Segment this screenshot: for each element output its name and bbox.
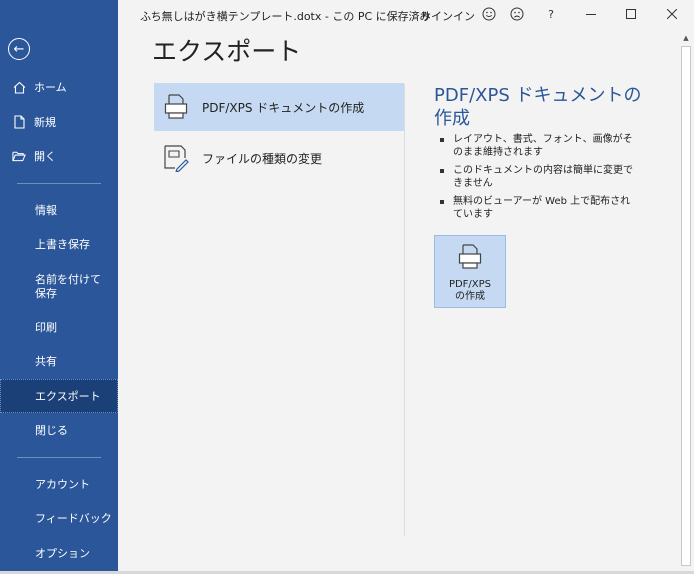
scroll-up-icon[interactable]: ▲ — [680, 34, 692, 44]
help-icon[interactable]: ? — [542, 5, 560, 23]
detail-title: PDF/XPS ドキュメントの作成 — [434, 85, 642, 129]
sidebar-divider — [17, 456, 101, 458]
sidebar-item-close[interactable]: 閉じる — [0, 413, 118, 448]
sidebar-item-home[interactable]: ホーム — [0, 70, 118, 105]
sidebar-item-options[interactable]: オプション — [0, 536, 118, 571]
sidebar-item-label: 情報 — [35, 203, 57, 217]
sidebar-item-open[interactable]: 開く — [0, 139, 118, 174]
sidebar-item-label: オプション — [35, 546, 90, 560]
open-folder-icon — [12, 150, 26, 162]
new-document-icon — [12, 115, 26, 129]
sidebar-item-print[interactable]: 印刷 — [0, 310, 118, 345]
sidebar-item-save[interactable]: 上書き保存 — [0, 227, 118, 262]
smile-feedback-icon[interactable] — [480, 5, 498, 23]
sidebar-item-label: 印刷 — [35, 320, 57, 334]
title-bar: ふち無しはがき横テンプレート.dotx - この PC に保存済み サインイン … — [118, 0, 694, 30]
sidebar-item-save-as[interactable]: 名前を付けて保存 — [0, 262, 118, 310]
detail-bullet-list: レイアウト、書式、フォント、画像がそのまま維持されます このドキュメントの内容は… — [438, 134, 638, 227]
maximize-icon[interactable] — [622, 5, 640, 23]
create-pdf-xps-label: PDF/XPS の作成 — [448, 279, 492, 302]
signin-link[interactable]: サインイン — [420, 8, 475, 24]
pdf-document-icon — [458, 244, 482, 274]
list-item: このドキュメントの内容は簡単に変更できません — [438, 165, 638, 190]
sidebar-item-label: 開く — [34, 150, 56, 164]
vertical-scrollbar[interactable]: ▲ — [680, 30, 692, 570]
backstage-sidebar: ← ホーム 新規 開く 情報 上書き保存 名前を付けて保存 印刷 共有 エクスポ… — [0, 0, 118, 574]
frown-feedback-icon[interactable] — [508, 5, 526, 23]
sidebar-item-account[interactable]: アカウント — [0, 467, 118, 502]
sidebar-item-label: 共有 — [35, 355, 57, 369]
create-pdf-xps-button[interactable]: PDF/XPS の作成 — [434, 235, 506, 308]
page-title: エクスポート — [152, 37, 302, 66]
export-option-create-pdf[interactable]: PDF/XPS ドキュメントの作成 — [154, 83, 404, 131]
sidebar-item-share[interactable]: 共有 — [0, 344, 118, 379]
sidebar-item-label: 閉じる — [35, 424, 68, 438]
sidebar-item-info[interactable]: 情報 — [0, 193, 118, 228]
close-icon[interactable] — [663, 5, 681, 23]
sidebar-item-new[interactable]: 新規 — [0, 105, 118, 140]
sidebar-item-export[interactable]: エクスポート — [0, 378, 118, 413]
scroll-thumb[interactable] — [681, 46, 691, 566]
minimize-icon[interactable] — [582, 5, 600, 23]
sidebar-item-label: ホーム — [34, 81, 67, 95]
sidebar-nav: ホーム 新規 開く 情報 上書き保存 名前を付けて保存 印刷 共有 エクスポート… — [0, 70, 118, 570]
export-option-change-file-type[interactable]: ファイルの種類の変更 — [154, 134, 404, 182]
change-file-type-icon — [162, 144, 190, 172]
sidebar-item-label: アカウント — [35, 477, 90, 491]
sidebar-item-label: エクスポート — [35, 389, 101, 403]
back-button[interactable]: ← — [8, 38, 30, 60]
sidebar-item-label: 新規 — [34, 115, 56, 129]
export-option-label: ファイルの種類の変更 — [202, 151, 323, 166]
panel-divider — [404, 84, 405, 536]
sidebar-item-label: 上書き保存 — [35, 238, 90, 252]
home-icon — [12, 81, 26, 94]
sidebar-item-feedback[interactable]: フィードバック — [0, 501, 118, 536]
sidebar-item-label: 名前を付けて保存 — [35, 272, 101, 300]
sidebar-item-label: フィードバック — [35, 512, 112, 526]
sidebar-divider — [17, 182, 101, 184]
window-title: ふち無しはがき横テンプレート.dotx - この PC に保存済み — [140, 10, 431, 23]
list-item: 無料のビューアーが Web 上で配布されています — [438, 196, 638, 221]
back-arrow-icon: ← — [13, 41, 25, 57]
list-item: レイアウト、書式、フォント、画像がそのまま維持されます — [438, 134, 638, 159]
export-option-label: PDF/XPS ドキュメントの作成 — [202, 100, 365, 115]
pdf-document-icon — [162, 94, 190, 120]
